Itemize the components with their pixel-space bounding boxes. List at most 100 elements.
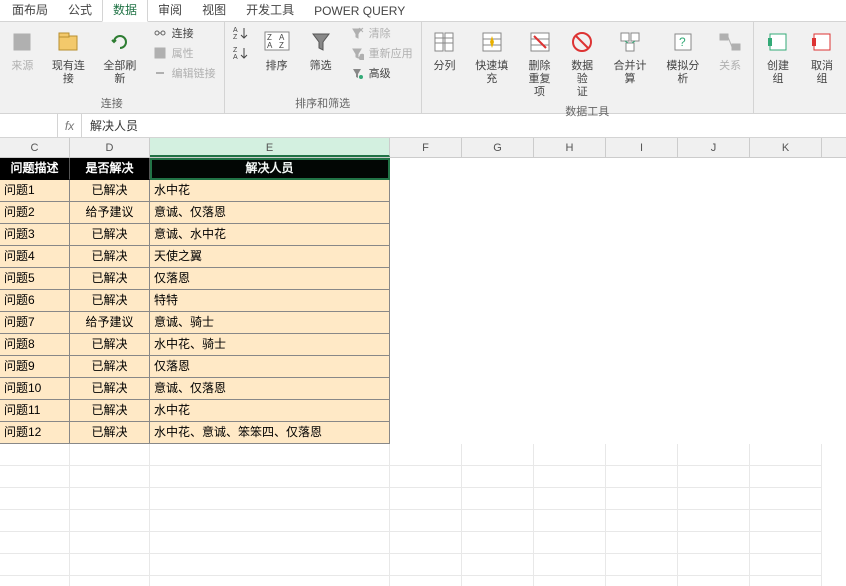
clear-filter-button[interactable]: 清除 [345,24,417,42]
empty-cell[interactable] [606,444,678,466]
empty-cell[interactable] [462,576,534,586]
empty-cell[interactable] [70,532,150,554]
cell[interactable]: 水中花、骑士 [150,334,390,356]
empty-cell[interactable] [150,488,390,510]
cell[interactable]: 问题8 [0,334,70,356]
empty-cell[interactable] [0,554,70,576]
existing-connections-button[interactable]: 现有连接 [45,24,92,88]
fx-button[interactable]: fx [58,114,82,137]
ribbon-tab-6[interactable]: POWER QUERY [304,1,415,21]
empty-cell[interactable] [70,444,150,466]
cell[interactable]: 问题11 [0,400,70,422]
cell[interactable]: 仅落恩 [150,356,390,378]
empty-cell[interactable] [150,576,390,586]
empty-cell[interactable] [150,532,390,554]
sort-button[interactable]: ZAAZ 排序 [257,24,297,75]
empty-cell[interactable] [462,554,534,576]
connections-button[interactable]: 连接 [148,24,220,42]
cell[interactable]: 意诚、骑士 [150,312,390,334]
col-header-C[interactable]: C [0,138,70,157]
empty-cell[interactable] [0,444,70,466]
empty-cell[interactable] [0,576,70,586]
ribbon-tab-2[interactable]: 数据 [102,0,148,22]
name-box[interactable] [0,114,58,137]
empty-cell[interactable] [750,488,822,510]
ungroup-button[interactable]: 取消组 [802,24,842,88]
empty-cell[interactable] [390,444,462,466]
consolidate-button[interactable]: 合并计算 [606,24,655,88]
cell[interactable]: 水中花 [150,180,390,202]
cell[interactable]: 问题6 [0,290,70,312]
cell[interactable]: 意诚、仅落恩 [150,378,390,400]
cell[interactable]: 已解决 [70,378,150,400]
col-header-E[interactable]: E [150,138,390,157]
empty-cell[interactable] [390,554,462,576]
col-header-D[interactable]: D [70,138,150,157]
empty-cell[interactable] [678,488,750,510]
ribbon-tab-1[interactable]: 公式 [58,0,102,21]
cell[interactable]: 已解决 [70,400,150,422]
empty-cell[interactable] [534,510,606,532]
cell[interactable]: 天使之翼 [150,246,390,268]
edit-links-button[interactable]: 编辑链接 [148,64,220,82]
empty-cell[interactable] [70,554,150,576]
col-header-I[interactable]: I [606,138,678,157]
cell[interactable]: 问题4 [0,246,70,268]
cell[interactable]: 问题1 [0,180,70,202]
ribbon-tab-5[interactable]: 开发工具 [236,0,304,21]
empty-cell[interactable] [390,532,462,554]
empty-cell[interactable] [390,466,462,488]
empty-cell[interactable] [750,510,822,532]
cell[interactable]: 已解决 [70,290,150,312]
empty-cell[interactable] [150,510,390,532]
col-header-K[interactable]: K [750,138,822,157]
reapply-button[interactable]: 重新应用 [345,44,417,62]
empty-cell[interactable] [534,488,606,510]
table-header-cell[interactable]: 解决人员 [150,158,390,180]
empty-cell[interactable] [70,576,150,586]
cell[interactable]: 给予建议 [70,202,150,224]
formula-input[interactable]: 解决人员 [82,114,846,137]
empty-cell[interactable] [678,532,750,554]
relations-button[interactable]: 关系 [711,24,749,75]
col-header-H[interactable]: H [534,138,606,157]
empty-cell[interactable] [462,466,534,488]
empty-cell[interactable] [750,554,822,576]
ribbon-tab-0[interactable]: 面布局 [2,0,58,21]
empty-cell[interactable] [606,576,678,586]
cell[interactable]: 已解决 [70,268,150,290]
data-validation-button[interactable]: 数据验 证 [563,24,602,101]
empty-cell[interactable] [678,444,750,466]
group-button[interactable]: 创建组 [758,24,798,88]
cell[interactable]: 已解决 [70,180,150,202]
cell[interactable]: 问题12 [0,422,70,444]
empty-cell[interactable] [0,488,70,510]
text-to-columns-button[interactable]: 分列 [426,24,464,75]
empty-cell[interactable] [70,488,150,510]
cell[interactable]: 问题7 [0,312,70,334]
cell[interactable]: 仅落恩 [150,268,390,290]
empty-cell[interactable] [534,576,606,586]
properties-button[interactable]: 属性 [148,44,220,62]
remove-duplicates-button[interactable]: 删除 重复项 [520,24,559,101]
empty-cell[interactable] [390,510,462,532]
col-header-G[interactable]: G [462,138,534,157]
empty-cell[interactable] [150,466,390,488]
empty-cell[interactable] [534,554,606,576]
empty-cell[interactable] [462,488,534,510]
empty-cell[interactable] [678,576,750,586]
table-header-cell[interactable]: 是否解决 [70,158,150,180]
cell[interactable]: 已解决 [70,422,150,444]
empty-cell[interactable] [750,576,822,586]
sort-desc-button[interactable]: ZA [229,44,253,62]
cell[interactable]: 已解决 [70,356,150,378]
empty-cell[interactable] [462,510,534,532]
whatif-button[interactable]: ? 模拟分析 [658,24,707,88]
empty-cell[interactable] [0,510,70,532]
empty-cell[interactable] [606,554,678,576]
empty-cell[interactable] [150,444,390,466]
advanced-filter-button[interactable]: 高级 [345,64,417,82]
cell[interactable]: 意诚、水中花 [150,224,390,246]
empty-cell[interactable] [0,466,70,488]
cell[interactable]: 已解决 [70,224,150,246]
